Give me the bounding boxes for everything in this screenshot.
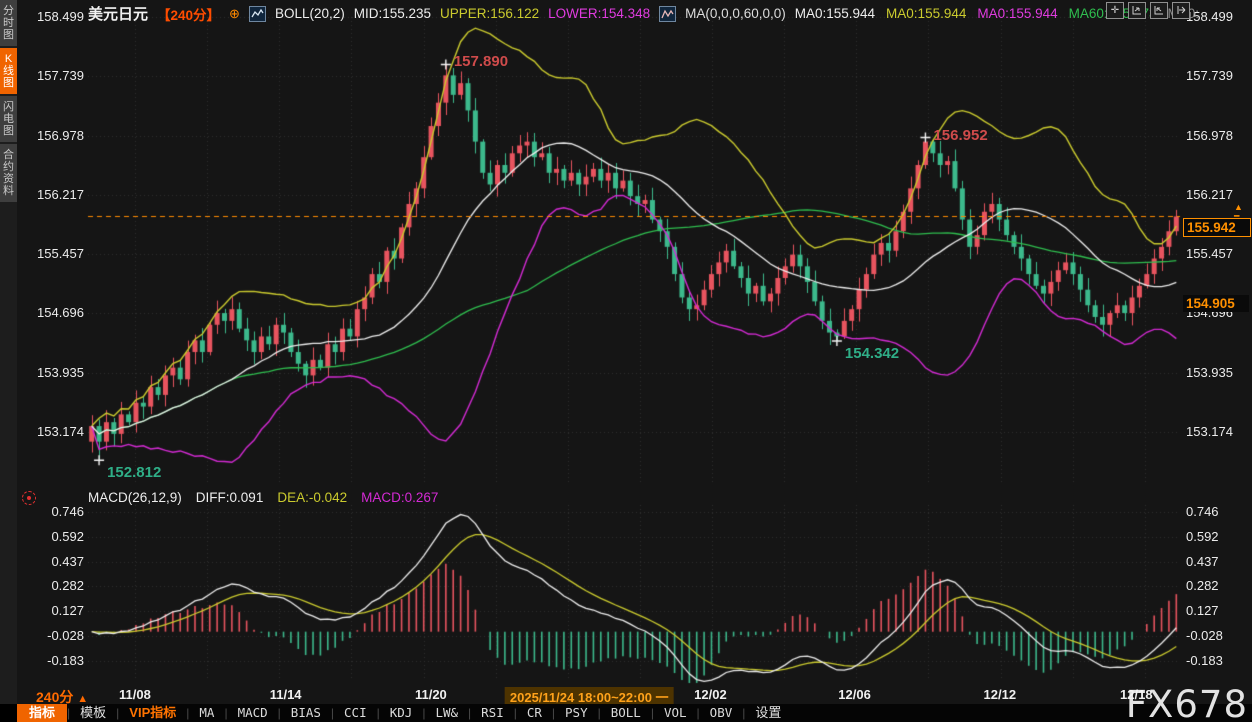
sidebar-tab-3[interactable]: 闪 电 图 bbox=[0, 96, 17, 142]
price-annotation: 154.342 bbox=[845, 345, 899, 362]
toolbar-item-LW&[interactable]: LW& bbox=[425, 704, 468, 722]
time-axis-label: 12/02 bbox=[694, 687, 727, 702]
axis-label: 153.935 bbox=[1186, 365, 1233, 380]
toolbar-item-模板[interactable]: 模板 bbox=[70, 704, 116, 722]
boll-name: BOLL(20,2) bbox=[275, 6, 345, 21]
axis-label: 0.437 bbox=[28, 554, 84, 569]
axis-label: 153.935 bbox=[28, 365, 84, 380]
axis-label: 158.499 bbox=[28, 9, 84, 24]
sidebar-tab-4[interactable]: 合 约 资 料 bbox=[0, 144, 17, 202]
toolbar-item-设置[interactable]: 设置 bbox=[745, 704, 791, 722]
axis-scale-right-icon[interactable] bbox=[1150, 2, 1168, 19]
axis-label: 157.739 bbox=[28, 68, 84, 83]
price-alert-arrow-icon: ▲━ bbox=[1234, 203, 1243, 221]
ma-value-3: MA0:155.944 bbox=[977, 6, 1057, 21]
axis-label: 0.592 bbox=[28, 529, 84, 544]
axis-label: 153.174 bbox=[28, 424, 84, 439]
axis-scale-left-icon[interactable] bbox=[1128, 2, 1146, 19]
time-axis-label: 11/14 bbox=[270, 687, 302, 702]
time-axis-label: 12/06 bbox=[838, 687, 871, 702]
axis-label: 156.978 bbox=[1186, 128, 1233, 143]
axis-label: -0.028 bbox=[28, 628, 84, 643]
sidebar-tab-1[interactable]: 分 时 图 bbox=[0, 0, 17, 46]
axis-label: 153.174 bbox=[1186, 424, 1233, 439]
chart-header: 美元日元 【240分】 ⊕ BOLL(20,2) MID:155.235 UPP… bbox=[88, 3, 1199, 24]
toolbar-item-KDJ[interactable]: KDJ bbox=[380, 704, 423, 722]
time-axis-label: 11/08 bbox=[119, 687, 151, 702]
axis-label: 0.746 bbox=[1186, 504, 1219, 519]
sidebar-tab-2[interactable]: K 线 图 bbox=[0, 48, 17, 94]
toolbar-item-CCI[interactable]: CCI bbox=[334, 704, 377, 722]
toolbar-item-PSY[interactable]: PSY bbox=[555, 704, 598, 722]
time-axis-label: 12/12 bbox=[984, 687, 1017, 702]
axis-label: 0.282 bbox=[1186, 578, 1219, 593]
axis-label: 155.457 bbox=[28, 246, 84, 261]
indicator-toolbar: 指标|模板|VIP指标|MA|MACD|BIAS|CCI|KDJ|LW&|RSI… bbox=[0, 704, 1252, 722]
fx678-watermark: FX678 bbox=[1126, 683, 1248, 722]
indicator-marker-icon[interactable] bbox=[22, 491, 36, 505]
axis-label: 0.592 bbox=[1186, 529, 1219, 544]
toolbar-item-CR[interactable]: CR bbox=[517, 704, 552, 722]
last-price-tag: 154.905 bbox=[1183, 295, 1249, 312]
axis-label: -0.183 bbox=[1186, 653, 1223, 668]
expand-icon[interactable]: ⊕ bbox=[229, 6, 240, 22]
price-annotation: 156.952 bbox=[933, 127, 987, 144]
boll-upper-value: UPPER:156.122 bbox=[440, 6, 539, 21]
toolbar-item-MA[interactable]: MA bbox=[189, 704, 224, 722]
ma-name: MA(0,0,0,60,0,0) bbox=[685, 6, 786, 21]
toolbar-item-MACD[interactable]: MACD bbox=[228, 704, 278, 722]
ma-value-2: MA0:155.944 bbox=[886, 6, 966, 21]
boll-indicator-icon[interactable] bbox=[249, 6, 266, 22]
toolbar-item-VIP指标[interactable]: VIP指标 bbox=[119, 704, 186, 722]
axis-label: 155.457 bbox=[1186, 246, 1233, 261]
symbol-title: 美元日元 bbox=[88, 3, 148, 24]
shift-right-icon[interactable] bbox=[1172, 2, 1190, 19]
trading-app-window: 分 时 图 K 线 图闪 电 图合 约 资 料 美元日元 【240分】 ⊕ BOL… bbox=[0, 0, 1252, 722]
axis-label: 156.217 bbox=[28, 187, 84, 202]
price-annotation: 152.812 bbox=[107, 464, 161, 481]
boll-lower-value: LOWER:154.348 bbox=[548, 6, 650, 21]
toolbar-item-VOL[interactable]: VOL bbox=[654, 704, 697, 722]
ma-value-1: MA0:155.944 bbox=[795, 6, 875, 21]
toolbar-item-BIAS[interactable]: BIAS bbox=[281, 704, 331, 722]
macd-diff-value: DIFF:0.091 bbox=[196, 490, 264, 505]
price-annotation: 157.890 bbox=[454, 53, 508, 70]
toolbar-item-指标[interactable]: 指标 bbox=[17, 704, 67, 722]
axis-label: 0.127 bbox=[1186, 603, 1219, 618]
axis-label: 154.696 bbox=[28, 305, 84, 320]
axis-label: 157.739 bbox=[1186, 68, 1233, 83]
ma-indicator-icon[interactable] bbox=[659, 6, 676, 22]
crosshair-icon[interactable]: ✛ bbox=[1106, 2, 1124, 19]
axis-label: -0.028 bbox=[1186, 628, 1223, 643]
axis-label: 156.978 bbox=[28, 128, 84, 143]
period-text: 240分 bbox=[36, 689, 73, 705]
macd-macd-value: MACD:0.267 bbox=[361, 490, 438, 505]
axis-label: 0.282 bbox=[28, 578, 84, 593]
axis-label: -0.183 bbox=[28, 653, 84, 668]
axis-label: 0.746 bbox=[28, 504, 84, 519]
toolbar-item-BOLL[interactable]: BOLL bbox=[601, 704, 651, 722]
toolbar-item-OBV[interactable]: OBV bbox=[700, 704, 743, 722]
macd-name: MACD(26,12,9) bbox=[88, 490, 182, 505]
sidebar: 分 时 图 K 线 图闪 电 图合 约 资 料 bbox=[0, 0, 17, 704]
period-label: 【240分】 bbox=[157, 4, 220, 24]
chart-tool-icons: ✛ bbox=[1106, 2, 1190, 19]
axis-label: 0.127 bbox=[28, 603, 84, 618]
axis-label: 0.437 bbox=[1186, 554, 1219, 569]
macd-dea-value: DEA:-0.042 bbox=[277, 490, 347, 505]
time-axis-label: 11/20 bbox=[415, 687, 447, 702]
toolbar-item-RSI[interactable]: RSI bbox=[471, 704, 514, 722]
boll-mid-value: MID:155.235 bbox=[354, 6, 431, 21]
axis-label: 156.217 bbox=[1186, 187, 1233, 202]
macd-header: MACD(26,12,9) DIFF:0.091 DEA:-0.042 MACD… bbox=[88, 490, 438, 505]
price-chart-canvas[interactable] bbox=[0, 0, 1252, 722]
